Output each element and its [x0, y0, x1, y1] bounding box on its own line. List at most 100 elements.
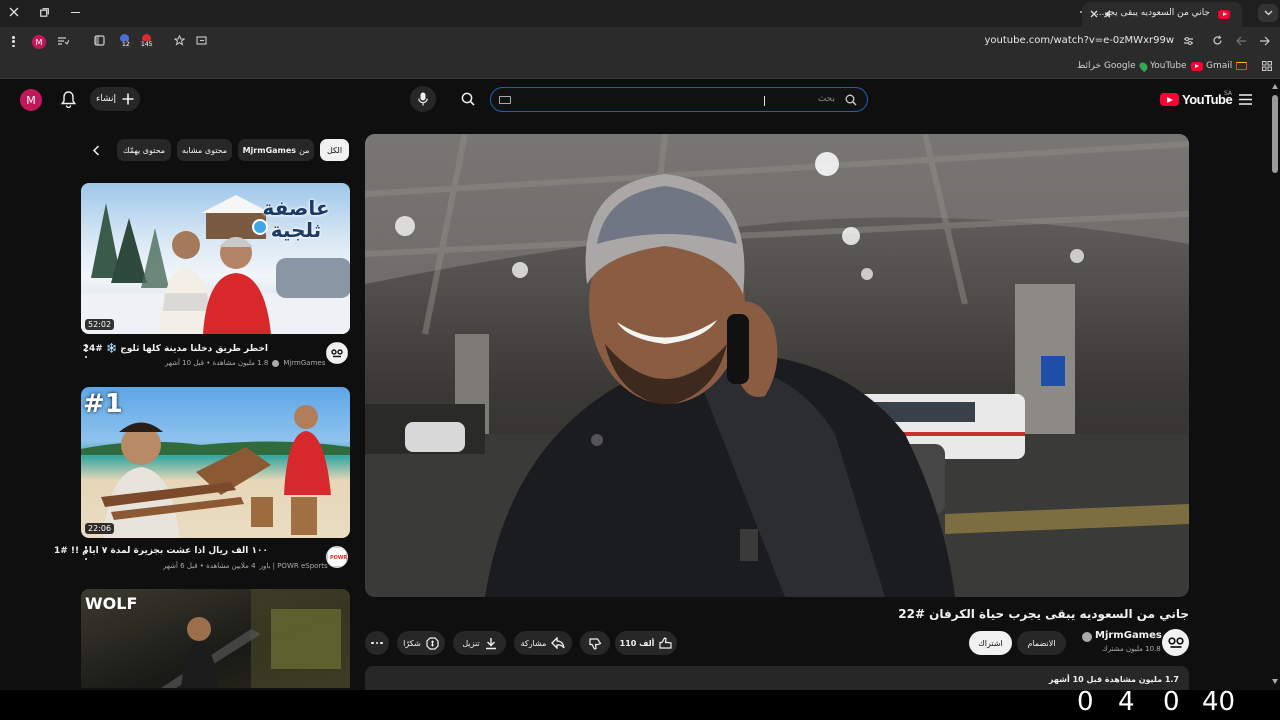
bookmark-star-icon[interactable]	[174, 35, 185, 46]
url-text[interactable]: youtube.com/watch?v=e-0zMWxr99w	[984, 35, 1174, 46]
site-settings-icon[interactable]	[1183, 36, 1194, 46]
all-bookmarks-icon[interactable]	[1262, 61, 1272, 71]
subscribe-label: اشتراك	[978, 638, 1003, 648]
scroll-down-arrow-icon[interactable]	[1272, 679, 1278, 684]
scroll-up-arrow-icon[interactable]	[1272, 84, 1278, 89]
recommendation-thumbnail-2[interactable]: #1 22:06	[81, 387, 350, 538]
recommendation-meta-2-text: 4 ملايين مشاهدة • قبل 6 أشهر	[163, 562, 256, 570]
profile-avatar[interactable]: M	[32, 35, 46, 49]
active-tab[interactable]: جاني من السعوديه يبقى يجر...	[1082, 2, 1242, 27]
browser-menu-icon[interactable]	[12, 36, 15, 47]
guide-menu-icon[interactable]	[1239, 94, 1252, 105]
recommendation-thumbnail-1[interactable]: عاصفة ثلجية 52:02	[81, 183, 350, 334]
channel-avatar-main[interactable]	[1162, 629, 1189, 656]
back-icon[interactable]	[1259, 36, 1270, 46]
recommendation-meta-1-text: 1.8 مليون مشاهدة • قبل 10 أشهر	[165, 359, 269, 367]
recommendation-thumbnail-3[interactable]: WOLF	[81, 589, 350, 688]
share-button[interactable]: مشاركة	[514, 631, 572, 655]
search-button[interactable]	[455, 86, 481, 112]
browser-tab-bar: جاني من السعوديه يبقى يجر...	[0, 0, 1280, 27]
keyboard-icon[interactable]	[499, 96, 511, 104]
share-label: مشاركة	[520, 638, 547, 648]
chips-scroll-left-icon[interactable]	[92, 145, 100, 156]
channel-name[interactable]: MjrmGames	[1095, 630, 1162, 641]
verified-badge-icon	[272, 360, 280, 367]
gmail-icon	[1236, 62, 1248, 70]
recommendation-channel-2[interactable]: باور | POWR eSports	[260, 562, 328, 570]
like-button[interactable]: 110 ألف	[615, 631, 677, 655]
thumbs-down-icon	[588, 637, 602, 650]
download-icon	[485, 637, 497, 650]
reload-icon[interactable]	[1212, 35, 1223, 46]
search-field-icon	[845, 94, 857, 106]
thanks-label: شكرًا	[403, 638, 421, 648]
text-cursor-icon	[764, 96, 765, 106]
more-horizontal-icon	[371, 641, 383, 645]
download-button[interactable]: تنزيل	[453, 631, 506, 655]
thumbs-up-icon	[659, 636, 672, 650]
thumbnail-overlay-wolf: WOLF	[85, 594, 138, 613]
snowflake-badge-icon	[252, 219, 268, 235]
counter-digit-3: 0	[1163, 687, 1180, 717]
share-icon	[551, 637, 566, 649]
tab-title: جاني من السعوديه يبقى يجر...	[1095, 8, 1210, 18]
chip-similar[interactable]: محتوى مشابه	[177, 139, 232, 161]
minimize-window-icon[interactable]	[71, 12, 80, 14]
voice-search-button[interactable]	[410, 86, 436, 112]
chip-from-channel-name: MjrmGames	[242, 145, 297, 155]
chip-from-channel[interactable]: MjrmGames من	[238, 139, 314, 161]
recommendation-title-1[interactable]: اخطر طريق دخلنا مدينة كلها ثلوج ❄️ #24	[83, 344, 268, 354]
verified-check-icon	[1082, 632, 1092, 642]
extensions-icon[interactable]	[94, 35, 105, 46]
chip-all[interactable]: الكل	[320, 139, 349, 161]
youtube-logo-icon	[1160, 93, 1179, 106]
country-code: SA	[1224, 90, 1233, 97]
create-label: إنشاء	[95, 94, 116, 104]
description-views-date: 1.7 مليون مشاهدة قبل 10 أشهر	[1048, 675, 1179, 684]
chip-for-you[interactable]: محتوى يهمّك	[117, 139, 171, 161]
search-placeholder: بحث	[817, 94, 835, 104]
tab-search-button[interactable]	[1258, 4, 1278, 22]
video-player[interactable]	[365, 134, 1189, 597]
extension-badge-2[interactable]: 145	[139, 34, 155, 48]
youtube-logo[interactable]: YouTube SA	[1160, 90, 1233, 107]
chip-similar-label: محتوى مشابه	[181, 145, 228, 155]
more-options-button[interactable]	[365, 631, 389, 655]
video-frame-image	[365, 134, 1189, 597]
reading-list-icon[interactable]	[57, 36, 69, 46]
create-button[interactable]: إنشاء	[90, 87, 140, 111]
dislike-button[interactable]	[580, 631, 610, 655]
page-scrollbar-thumb[interactable]	[1272, 95, 1278, 173]
more-actions-icon[interactable]	[82, 546, 90, 560]
microphone-icon	[418, 92, 428, 106]
install-app-icon[interactable]	[196, 35, 207, 46]
thanks-button[interactable]: شكرًا	[397, 631, 445, 655]
channel-avatar-icon	[331, 348, 343, 358]
maps-icon	[1137, 60, 1149, 72]
plus-icon	[122, 93, 134, 105]
more-actions-icon[interactable]	[82, 344, 90, 358]
bookmarks-bar: خرائط Google YouTube Gmail	[0, 55, 1280, 79]
bookmark-maps-label: خرائط Google	[1077, 61, 1136, 71]
forward-icon[interactable]	[1236, 36, 1247, 46]
download-label: تنزيل	[462, 638, 480, 648]
subscriber-count: 10.8 مليون مشترك	[1102, 645, 1161, 653]
join-button[interactable]: الانضمام	[1017, 631, 1066, 655]
bookmark-maps[interactable]: خرائط Google	[1077, 60, 1149, 72]
notifications-bell-icon[interactable]	[61, 91, 76, 108]
maximize-window-icon[interactable]	[40, 8, 49, 17]
search-input[interactable]: بحث	[490, 87, 868, 112]
bookmark-gmail[interactable]: Gmail	[1206, 61, 1248, 71]
thumbnail-overlay-rank: #1	[83, 389, 123, 419]
extension-badge-1[interactable]: 12	[118, 34, 132, 48]
counter-digit-1: 0	[1077, 687, 1094, 717]
subscribe-button[interactable]: اشتراك	[969, 631, 1012, 655]
bookmark-youtube[interactable]: YouTube	[1150, 61, 1203, 71]
close-window-icon[interactable]	[9, 7, 19, 17]
extension-badge-1-count: 12	[121, 41, 131, 48]
powr-logo-icon: POWR	[330, 555, 348, 561]
recommendation-channel-1[interactable]: MjrmGames	[283, 359, 325, 367]
search-icon	[461, 92, 475, 106]
video-duration: 22:06	[85, 523, 115, 534]
account-avatar[interactable]: M	[20, 89, 42, 111]
